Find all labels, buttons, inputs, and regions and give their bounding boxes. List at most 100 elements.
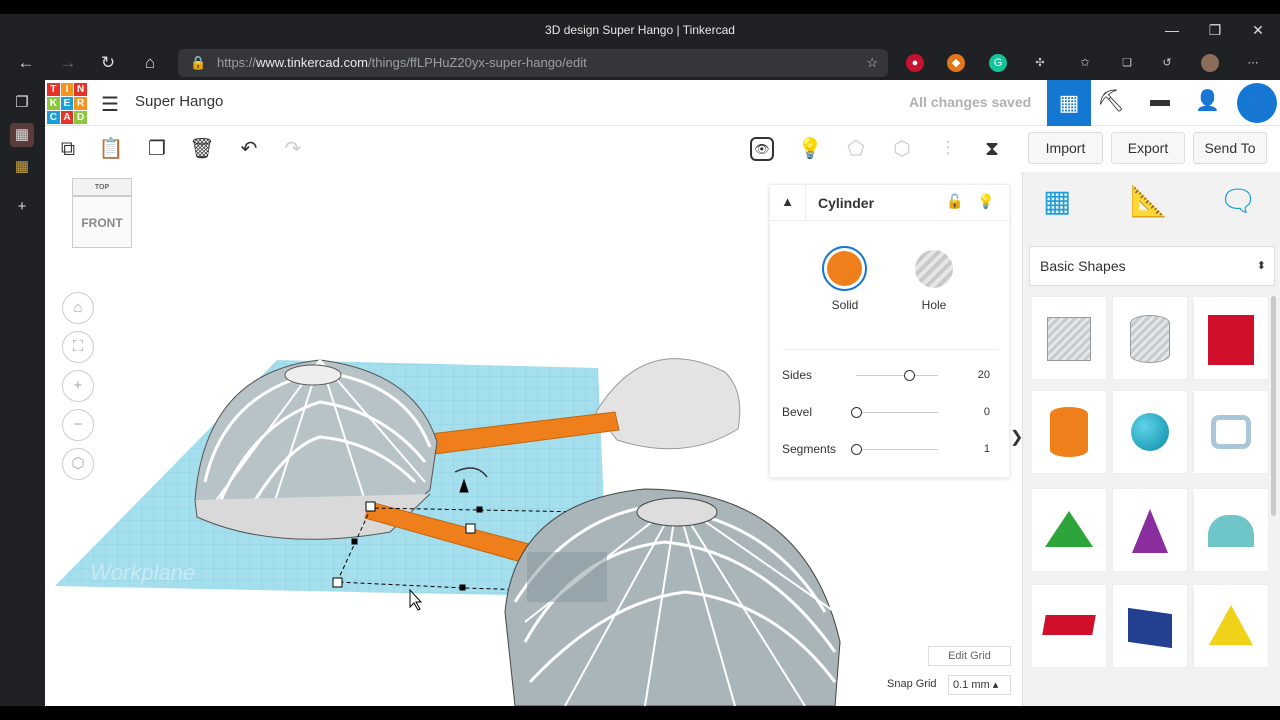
shape-box[interactable]: [1193, 296, 1269, 380]
hide-shape-icon[interactable]: 💡: [977, 193, 994, 210]
solid-button[interactable]: [822, 246, 867, 291]
tinkercad-app: T I N K E R C A D ☰ Super Hango All chan…: [45, 80, 1280, 706]
favorites-icon[interactable]: ✩: [1076, 54, 1094, 72]
tinkercad-logo[interactable]: T I N K E R C A D: [47, 83, 87, 124]
tab-tinkercad-active[interactable]: ▦: [10, 123, 34, 147]
panel-scrollbar[interactable]: [1271, 296, 1276, 516]
shape-box-hole[interactable]: [1031, 296, 1107, 380]
send-to-button[interactable]: Send To: [1193, 132, 1267, 164]
user-avatar[interactable]: 👤: [1237, 83, 1277, 123]
grammarly-icon[interactable]: G: [989, 54, 1007, 72]
redo-icon[interactable]: ↷: [279, 135, 307, 163]
extensions-icon[interactable]: ✣: [1031, 54, 1049, 72]
history-icon[interactable]: ↺: [1158, 54, 1176, 72]
panel-toggle-icon[interactable]: ❯: [1010, 418, 1023, 458]
more-menu-icon[interactable]: ⋯: [1244, 54, 1262, 72]
bevel-knob[interactable]: [850, 407, 862, 418]
reload-icon[interactable]: ↻: [97, 52, 119, 74]
delete-icon[interactable]: 🗑: [188, 135, 216, 163]
bricks-icon[interactable]: ▬: [1150, 89, 1170, 112]
duplicate-icon[interactable]: ❐: [143, 135, 171, 163]
design-list-icon[interactable]: ☰: [101, 92, 119, 117]
collections-icon[interactable]: ❏: [1118, 54, 1136, 72]
extension-icon-red[interactable]: ●: [906, 54, 924, 72]
paste-icon[interactable]: 📋: [97, 135, 125, 163]
shape-text[interactable]: [1031, 584, 1107, 668]
inspector-header: ▲ Cylinder 🔓 💡: [770, 185, 1011, 221]
lock-shape-icon[interactable]: 🔓: [946, 193, 963, 210]
ruler-tool-icon[interactable]: 📐: [1130, 184, 1167, 219]
show-all-icon[interactable]: 💡: [796, 135, 824, 163]
snap-grid-select[interactable]: 0.1 mm ▴: [948, 675, 1011, 695]
prop-bevel-value[interactable]: 0: [970, 406, 990, 418]
collapse-inspector-icon[interactable]: ▲: [770, 185, 806, 221]
shape-cylinder[interactable]: [1031, 390, 1107, 474]
chevron-updown-icon: ⬍: [1256, 260, 1266, 272]
minimize-button[interactable]: —: [1162, 20, 1182, 40]
notes-tool-icon[interactable]: 🗨: [1219, 184, 1257, 219]
maximize-button[interactable]: ❐: [1205, 20, 1225, 40]
add-collaborator-icon[interactable]: 👤: [1195, 88, 1220, 113]
shape-sphere[interactable]: [1112, 390, 1188, 474]
undo-icon[interactable]: ↶: [235, 135, 263, 163]
bevel-slider[interactable]: [850, 407, 938, 418]
notes-icon[interactable]: 👁: [750, 137, 774, 161]
prop-segments-value[interactable]: 1: [970, 443, 990, 455]
hole-button[interactable]: [915, 250, 953, 288]
shape-category-select[interactable]: Basic Shapes ⬍: [1029, 246, 1275, 286]
mirror-icon[interactable]: ⧗: [978, 135, 1006, 163]
extension-icon-fox[interactable]: ◆: [947, 54, 965, 72]
shape-roof[interactable]: [1031, 488, 1107, 572]
shape-polygon[interactable]: [1112, 584, 1188, 668]
copy-icon[interactable]: ⧉: [54, 135, 82, 163]
logo-letter: R: [74, 97, 87, 110]
logo-letter: I: [60, 83, 74, 96]
export-button[interactable]: Export: [1111, 132, 1185, 164]
view-cube[interactable]: TOP FRONT: [72, 178, 132, 248]
forward-icon[interactable]: →: [57, 52, 79, 74]
zoom-in-icon[interactable]: +: [62, 370, 94, 402]
shape-cylinder-hole[interactable]: [1112, 296, 1188, 380]
prop-sides-label: Sides: [782, 368, 813, 382]
prop-sides-value[interactable]: 20: [970, 369, 990, 381]
shape-scribble[interactable]: [1193, 390, 1269, 474]
url-prefix: https://: [217, 55, 257, 70]
dome-right[interactable]: [504, 488, 841, 706]
ungroup-icon[interactable]: ⬡: [888, 135, 916, 163]
view-cube-top[interactable]: TOP: [72, 178, 132, 196]
align-icon[interactable]: ⫶: [934, 135, 962, 163]
logo-letter: A: [60, 111, 74, 124]
import-button[interactable]: Import: [1028, 132, 1103, 164]
sides-knob[interactable]: [903, 370, 915, 381]
tab-tinkercad-2[interactable]: ▦: [10, 155, 34, 179]
close-window-button[interactable]: ✕: [1248, 20, 1268, 40]
shape-pyramid[interactable]: [1193, 584, 1269, 668]
shape-cone[interactable]: [1112, 488, 1188, 572]
sides-slider[interactable]: [856, 370, 938, 381]
perspective-icon[interactable]: ⬡: [62, 448, 94, 480]
favorite-add-icon[interactable]: ☆: [866, 49, 878, 77]
group-icon[interactable]: ⬠: [842, 135, 870, 163]
edit-grid-button[interactable]: Edit Grid: [928, 646, 1011, 666]
tab-actions-icon[interactable]: ❐: [10, 91, 34, 115]
half-sphere[interactable]: [595, 358, 741, 450]
home-view-icon[interactable]: ⌂: [62, 292, 94, 324]
inspector-divider: [782, 349, 999, 350]
url-path: /things/ffLPHuZ20yx-super-hango/edit: [368, 55, 587, 70]
segments-knob[interactable]: [850, 444, 862, 455]
home-icon[interactable]: ⌂: [139, 52, 161, 74]
view-cube-front[interactable]: FRONT: [72, 196, 132, 248]
logo-letter: D: [74, 111, 87, 124]
minecraft-pickaxe-icon[interactable]: ⛏: [1097, 88, 1125, 114]
workplane-tool-icon[interactable]: ▦: [1043, 184, 1071, 219]
new-tab-icon[interactable]: +: [10, 195, 34, 219]
url-field[interactable]: 🔒 https://www.tinkercad.com/things/ffLPH…: [178, 49, 888, 77]
project-title[interactable]: Super Hango: [135, 93, 223, 110]
fit-view-icon[interactable]: ⛶: [62, 331, 94, 363]
segments-slider[interactable]: [850, 444, 938, 455]
3d-design-view-button[interactable]: ▦: [1047, 80, 1091, 126]
zoom-out-icon[interactable]: −: [62, 409, 94, 441]
shape-round-roof[interactable]: [1193, 488, 1269, 572]
back-icon[interactable]: ←: [15, 52, 37, 74]
profile-avatar[interactable]: [1201, 54, 1219, 72]
